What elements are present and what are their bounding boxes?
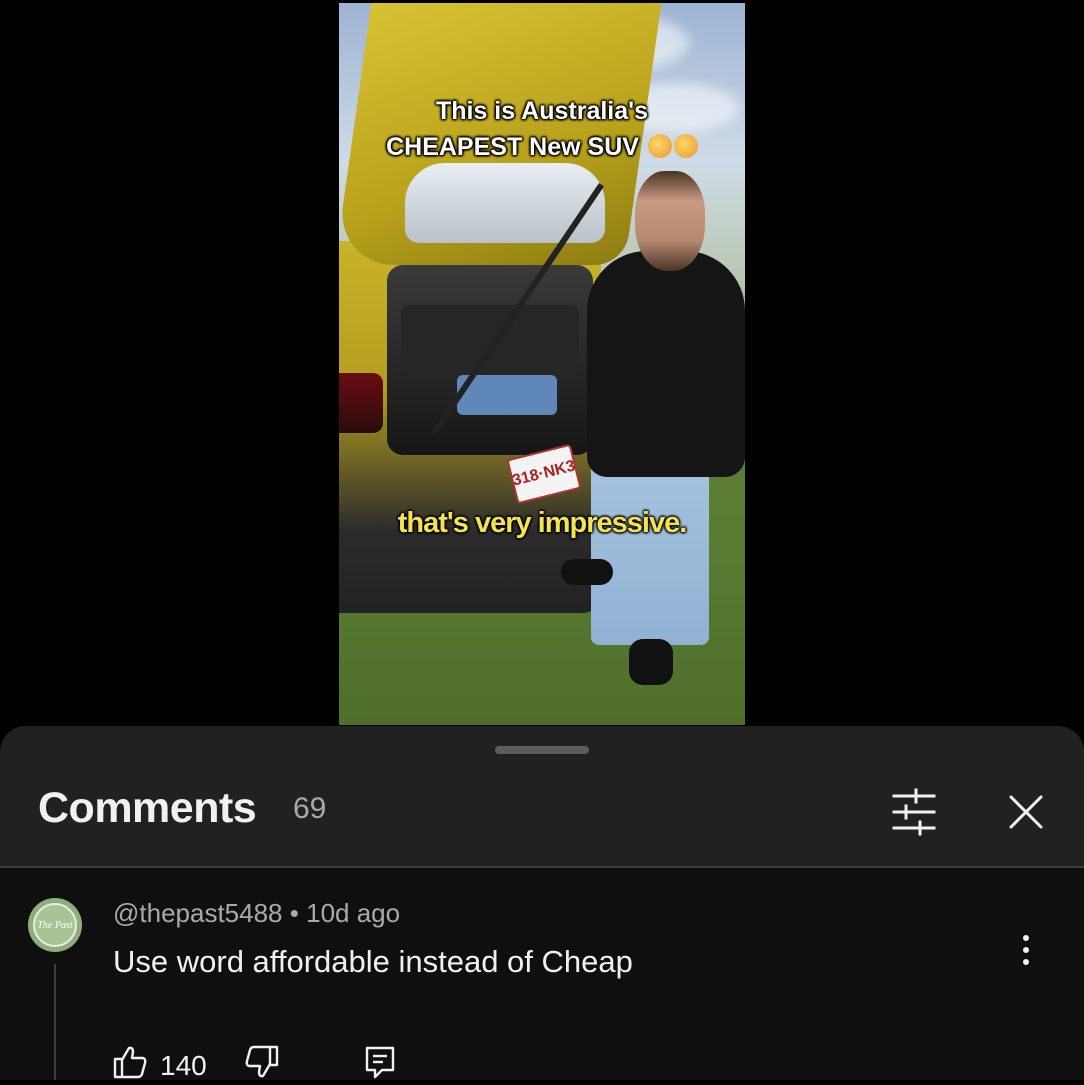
- filter-button[interactable]: [890, 788, 938, 836]
- thread-line: [54, 964, 56, 1080]
- video-player[interactable]: 318·NK3 This is Australia's CHEAPEST New…: [339, 3, 745, 725]
- car-trunk: [387, 265, 593, 455]
- reply-comment-icon: [365, 1046, 395, 1079]
- reply-button[interactable]: [362, 1044, 398, 1080]
- person-torso: [587, 251, 745, 477]
- thumbs-down-icon: [245, 1045, 279, 1078]
- caption-line-2: CHEAPEST New SUV: [339, 129, 745, 165]
- comments-title: Comments: [38, 784, 257, 832]
- caption-line-2-text: CHEAPEST New SUV: [386, 133, 639, 161]
- comments-panel: Comments 69 The Past @thepast5488 • 10d …: [0, 726, 1084, 1081]
- car-rear-glass: [405, 163, 605, 243]
- comment-text: Use word affordable instead of Cheap: [113, 944, 633, 979]
- person-shoe: [629, 639, 673, 685]
- like-count: 140: [160, 1050, 207, 1081]
- car-tail-light: [339, 373, 383, 433]
- comment-time: 10d ago: [306, 898, 401, 928]
- like-button[interactable]: [112, 1044, 148, 1080]
- thumbs-up-icon: [113, 1046, 147, 1079]
- video-caption-top: This is Australia's CHEAPEST New SUV: [339, 93, 745, 165]
- comment-list: The Past @thepast5488 • 10d ago Use word…: [0, 868, 1084, 1081]
- avatar-logo: The Past: [33, 903, 77, 947]
- close-icon: [1009, 795, 1043, 829]
- comment-more-button[interactable]: [1012, 932, 1040, 968]
- filter-sliders-icon: [892, 788, 936, 836]
- avatar[interactable]: The Past: [28, 898, 82, 952]
- drag-handle[interactable]: [495, 746, 589, 754]
- person-shoe: [561, 559, 613, 585]
- dislike-button[interactable]: [244, 1044, 280, 1080]
- person-head: [635, 171, 705, 271]
- close-button[interactable]: [1002, 788, 1050, 836]
- car-seats: [401, 305, 579, 375]
- caption-line-1: This is Australia's: [435, 97, 649, 125]
- exploding-head-emoji-icon: [647, 134, 672, 158]
- comment-author[interactable]: @thepast5488: [113, 898, 283, 928]
- meta-separator: •: [289, 898, 299, 928]
- vertical-dots-icon: [1023, 935, 1029, 965]
- comments-count: 69: [293, 792, 327, 825]
- comment-meta: @thepast5488 • 10d ago: [113, 898, 400, 929]
- exploding-head-emoji-icon: [673, 134, 698, 158]
- video-caption-subtitle: that's very impressive.: [397, 507, 688, 539]
